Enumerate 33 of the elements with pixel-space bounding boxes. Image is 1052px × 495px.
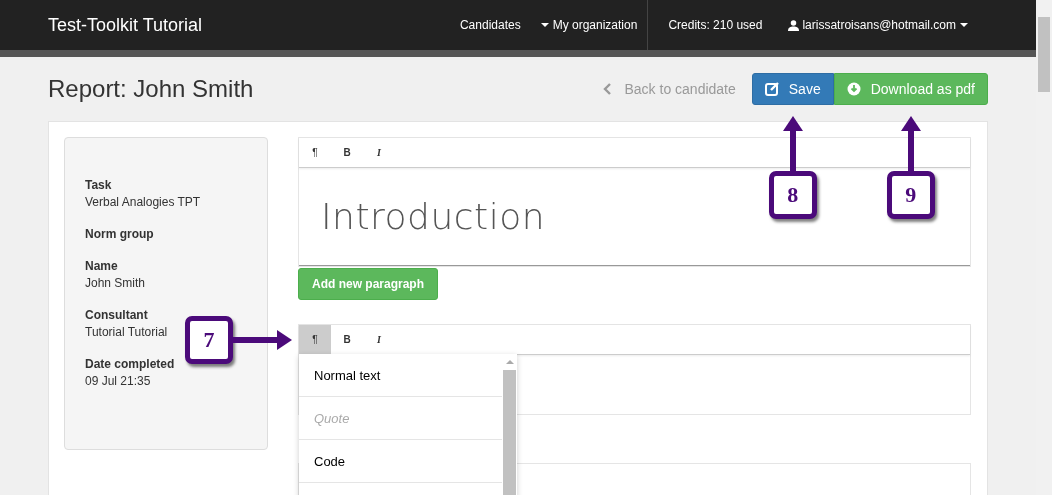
info-value: 09 Jul 21:35 — [85, 374, 152, 388]
step-number-badge: 7 — [185, 315, 233, 364]
info-label: Name — [85, 259, 119, 273]
save-button[interactable]: Save — [751, 73, 834, 105]
brand-link[interactable]: Test-Toolkit Tutorial — [48, 14, 203, 36]
info-label: Date completed — [85, 357, 176, 371]
info-label: Task — [85, 178, 113, 192]
user-menu[interactable]: larissatroisans@hotmail.com — [778, 18, 978, 32]
info-label: Norm group — [85, 227, 155, 241]
step-number-badge: 8 — [768, 171, 817, 219]
download-icon — [846, 82, 861, 96]
info-value: John Smith — [85, 276, 147, 290]
scroll-up-icon[interactable] — [505, 360, 514, 364]
info-value: Tutorial Tutorial — [85, 325, 169, 339]
nav-link[interactable]: Candidates — [449, 18, 531, 32]
italic-button[interactable]: I — [363, 138, 395, 167]
bold-button[interactable]: B — [331, 325, 363, 354]
editor-heading[interactable]: Introduction — [299, 196, 545, 237]
chevron-left-icon — [603, 83, 612, 95]
info-label: Consultant — [85, 308, 149, 322]
paragraph-format-button[interactable]: ¶ — [299, 138, 331, 167]
bold-button[interactable]: B — [331, 138, 363, 167]
user-icon — [788, 19, 800, 31]
paragraph-format-button[interactable]: ¶ — [299, 325, 331, 354]
step-number-badge: 9 — [886, 171, 935, 219]
dropdown-item[interactable]: Code — [299, 440, 502, 483]
nav-link[interactable]: My organization — [530, 18, 648, 32]
caret-icon — [960, 23, 968, 27]
info-value: Verbal Analogies TPT — [85, 195, 202, 209]
page-title: Report: John Smith — [48, 75, 254, 103]
credits-text: Credits: 210 used — [667, 18, 764, 32]
edit-icon — [764, 82, 779, 96]
italic-button[interactable]: I — [363, 325, 395, 354]
